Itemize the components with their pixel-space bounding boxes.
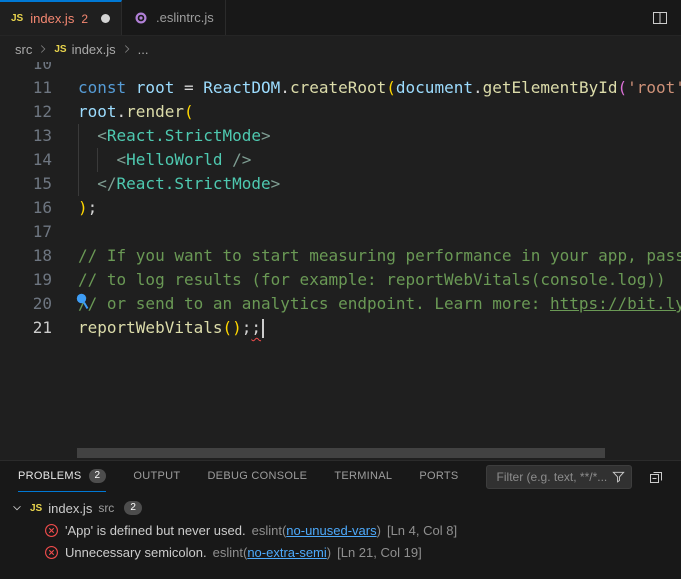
text-cursor: [262, 319, 264, 338]
code-line-13[interactable]: 13 <React.StrictMode>: [0, 124, 681, 148]
code-line-19[interactable]: 19// to log results (for example: report…: [0, 268, 681, 292]
line-number: 10: [0, 62, 52, 76]
vscode-window: JS index.js 2 .eslintrc.js src JS index.…: [0, 0, 681, 579]
collapse-all-icon[interactable]: [645, 466, 667, 488]
problems-count-badge: 2: [89, 469, 107, 483]
code-line-18[interactable]: 18// If you want to start measuring perf…: [0, 244, 681, 268]
code-line-15[interactable]: 15 </React.StrictMode>: [0, 172, 681, 196]
code-line-16[interactable]: 16);: [0, 196, 681, 220]
editor-actions: [649, 0, 681, 35]
problems-filter-input[interactable]: [495, 469, 611, 485]
bottom-panel: PROBLEMS 2 OUTPUT DEBUG CONSOLE TERMINAL…: [0, 460, 681, 579]
filter-funnel-icon: [611, 469, 626, 484]
panel-tab-debug-console[interactable]: DEBUG CONSOLE: [207, 461, 307, 492]
line-number: 21: [0, 316, 52, 340]
panel-actions: [645, 466, 681, 488]
panel-tab-output[interactable]: OUTPUT: [133, 461, 180, 492]
problems-file-group[interactable]: JS index.js src 2: [0, 497, 681, 519]
js-file-icon: JS: [30, 503, 42, 514]
modified-dot-icon[interactable]: [101, 14, 110, 23]
line-number: 17: [0, 220, 52, 244]
comment-marker-icon[interactable]: [74, 292, 94, 312]
problems-filter: [486, 465, 632, 489]
code-lines: 1011const root = ReactDOM.createRoot(doc…: [0, 62, 681, 340]
code-line-21[interactable]: 21reportWebVitals();;: [0, 316, 681, 340]
chevron-down-icon: [10, 501, 24, 515]
js-file-icon: JS: [11, 13, 23, 24]
line-number: 19: [0, 268, 52, 292]
group-file-path: src: [98, 501, 114, 515]
breadcrumb-src[interactable]: src: [15, 42, 32, 57]
panel-tab-bar: PROBLEMS 2 OUTPUT DEBUG CONSOLE TERMINAL…: [0, 461, 681, 492]
rule-link[interactable]: no-extra-semi: [247, 545, 326, 560]
problem-source: eslint(no-extra-semi): [213, 545, 332, 560]
group-file-name: index.js: [48, 501, 92, 516]
code-line-11[interactable]: 11const root = ReactDOM.createRoot(docum…: [0, 76, 681, 100]
panel-tab-problems[interactable]: PROBLEMS 2: [18, 461, 106, 492]
code-editor[interactable]: 1011const root = ReactDOM.createRoot(doc…: [0, 62, 681, 460]
horizontal-scrollbar[interactable]: [77, 448, 605, 458]
group-count-badge: 2: [124, 501, 142, 515]
problems-tree: JS index.js src 2 'App' is defined but n…: [0, 492, 681, 563]
problem-message: Unnecessary semicolon.: [65, 545, 207, 560]
error-icon: [44, 545, 59, 560]
panel-tab-ports[interactable]: PORTS: [419, 461, 458, 492]
code-line-17[interactable]: 17: [0, 220, 681, 244]
code-line-10[interactable]: 10: [0, 62, 681, 76]
problem-message: 'App' is defined but never used.: [65, 523, 246, 538]
line-number: 20: [0, 292, 52, 316]
chevron-right-icon: [120, 42, 134, 56]
tab-label: index.js: [30, 11, 74, 26]
indent-guide: [78, 124, 79, 148]
breadcrumb: src JS index.js ...: [0, 36, 681, 62]
code-line-14[interactable]: 14 <HelloWorld />: [0, 148, 681, 172]
rule-link[interactable]: no-unused-vars: [286, 523, 376, 538]
line-number: 18: [0, 244, 52, 268]
indent-guide: [97, 148, 98, 172]
code-line-20[interactable]: 20// or send to an analytics endpoint. L…: [0, 292, 681, 316]
editor-tab-bar: JS index.js 2 .eslintrc.js: [0, 0, 681, 36]
tab-problem-count: 2: [81, 12, 88, 26]
tab-index-js[interactable]: JS index.js 2: [0, 0, 122, 35]
line-number: 12: [0, 100, 52, 124]
problem-location: [Ln 4, Col 8]: [387, 523, 457, 538]
chevron-right-icon: [36, 42, 50, 56]
line-number: 14: [0, 148, 52, 172]
line-number: 15: [0, 172, 52, 196]
tab-eslintrc-js[interactable]: .eslintrc.js: [122, 0, 226, 35]
problem-row[interactable]: 'App' is defined but never used. eslint(…: [0, 519, 681, 541]
line-number: 13: [0, 124, 52, 148]
line-number: 11: [0, 76, 52, 100]
indent-guide: [78, 148, 79, 172]
panel-tab-terminal[interactable]: TERMINAL: [334, 461, 392, 492]
tab-label: .eslintrc.js: [156, 10, 214, 25]
problem-row[interactable]: Unnecessary semicolon. eslint(no-extra-s…: [0, 541, 681, 563]
indent-guide: [78, 172, 79, 196]
split-editor-icon[interactable]: [649, 7, 671, 29]
code-line-12[interactable]: 12root.render(: [0, 100, 681, 124]
line-number: 16: [0, 196, 52, 220]
problem-location: [Ln 21, Col 19]: [337, 545, 422, 560]
breadcrumb-file[interactable]: JS index.js: [54, 42, 115, 57]
error-icon: [44, 523, 59, 538]
problem-source: eslint(no-unused-vars): [252, 523, 381, 538]
js-file-icon: JS: [54, 44, 66, 55]
breadcrumb-symbol[interactable]: ...: [138, 42, 149, 57]
eslint-icon: [133, 10, 149, 26]
